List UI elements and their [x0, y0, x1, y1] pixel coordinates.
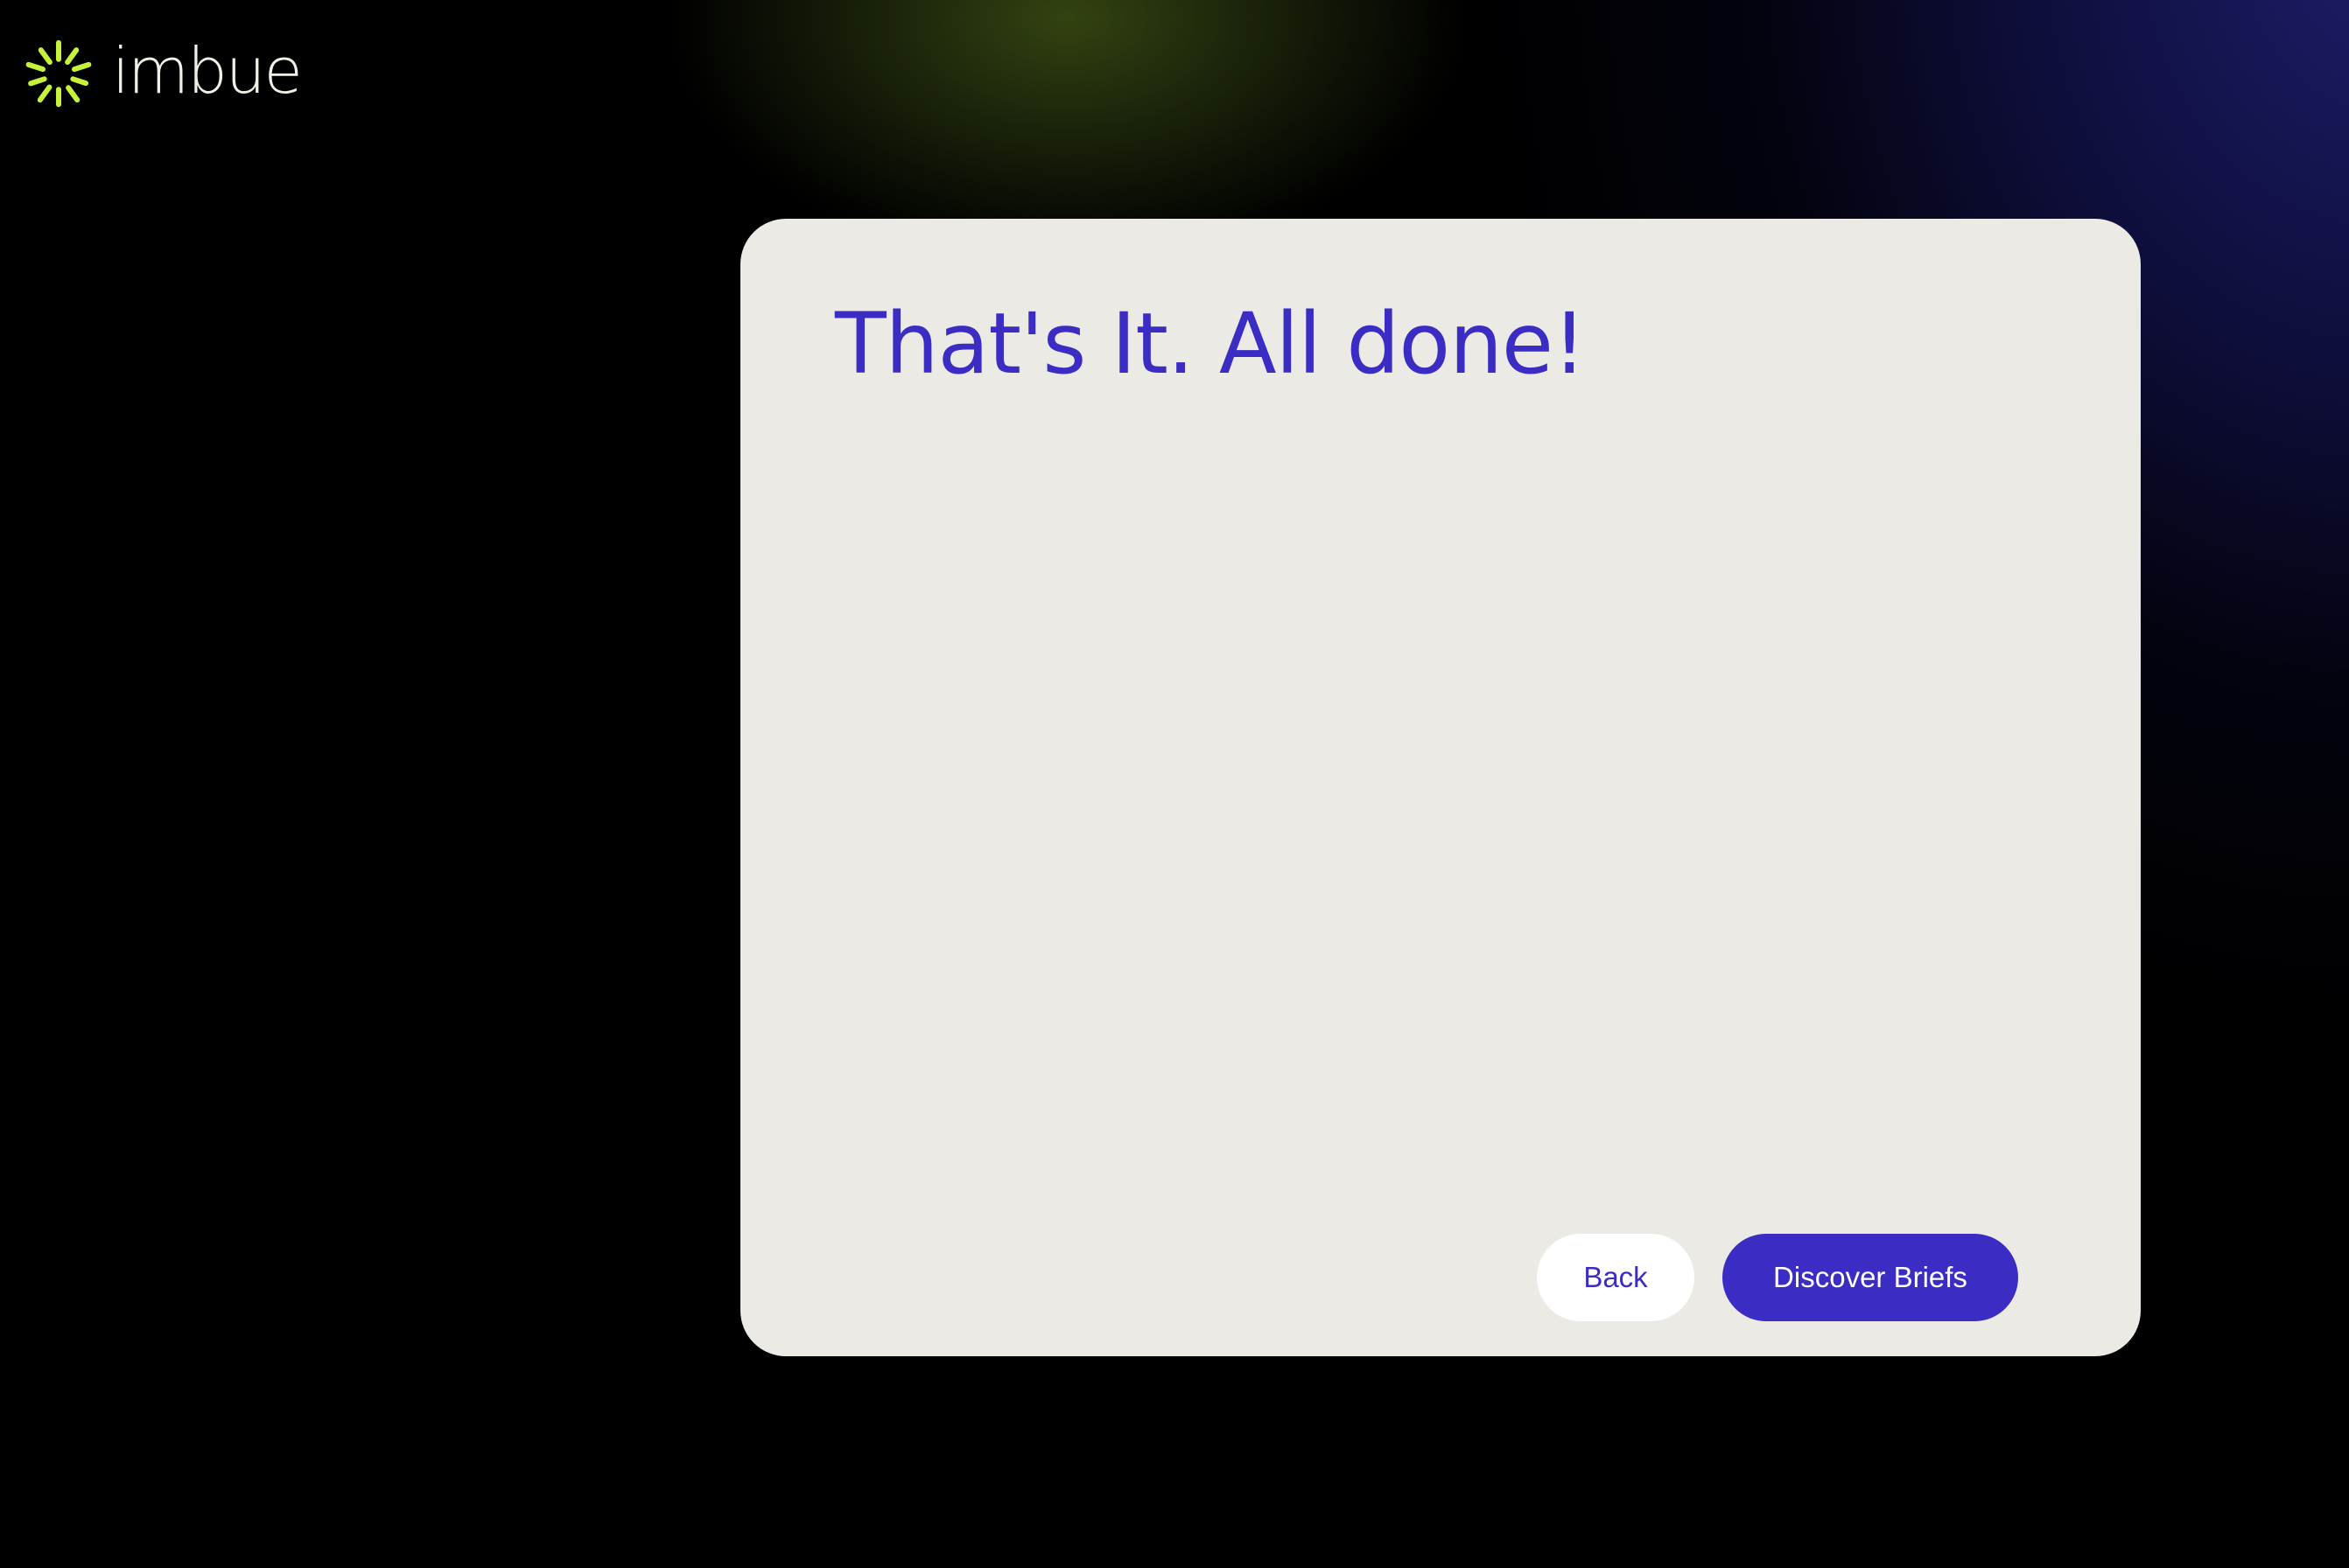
discover-briefs-button[interactable]: Discover Briefs — [1722, 1234, 2018, 1321]
onboarding-complete-page: imbue That's It. All done! Back Discover… — [0, 0, 2349, 1568]
brand-wordmark: imbue — [112, 34, 303, 108]
back-button[interactable]: Back — [1537, 1234, 1694, 1321]
card-actions: Back Discover Briefs — [1537, 1234, 2018, 1321]
card-title: That's It. All done! — [835, 295, 1586, 393]
brand-logo[interactable]: imbue — [21, 34, 303, 114]
completion-card: That's It. All done! Back Discover Brief… — [740, 219, 2141, 1356]
sunburst-logo-icon — [25, 39, 92, 108]
